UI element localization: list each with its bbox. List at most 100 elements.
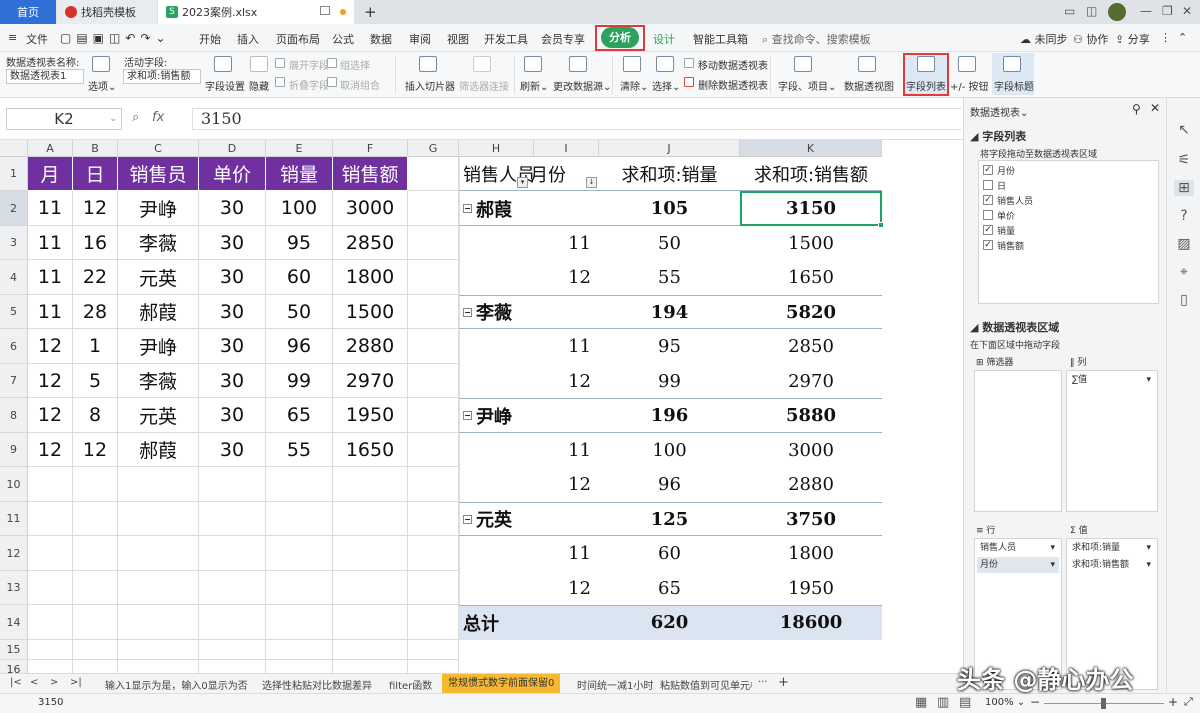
empty-cell[interactable] — [408, 605, 459, 640]
source-data-cell[interactable]: 元英 — [118, 260, 199, 295]
quick-access-icons[interactable]: ▢▤▣◫↶↷⌄ — [60, 31, 171, 45]
empty-cell[interactable] — [199, 640, 266, 660]
pivot-total-label[interactable]: 总计 — [463, 605, 543, 640]
row-header-15[interactable]: 15 — [0, 640, 28, 660]
clear-icon[interactable] — [623, 56, 641, 72]
column-field-values[interactable]: ∑值 ▾ — [1069, 372, 1155, 388]
pivot-item-amount[interactable]: 1650 — [740, 260, 882, 295]
column-header-I[interactable]: I — [534, 140, 599, 157]
sheet-tab[interactable]: 选择性粘贴对比数据差异 — [262, 677, 372, 692]
book-icon[interactable]: ▯ — [1174, 292, 1194, 308]
row-field-person[interactable]: 销售人员 ▾ — [977, 540, 1059, 556]
source-data-cell[interactable]: 8 — [73, 398, 118, 433]
source-data-cell[interactable]: 李薇 — [118, 364, 199, 398]
row-header-8[interactable]: 8 — [0, 398, 28, 433]
empty-cell[interactable] — [266, 605, 333, 640]
source-data-cell[interactable]: 12 — [28, 433, 73, 467]
row-header-1[interactable]: 1 — [0, 157, 28, 191]
window-icon[interactable]: ◫ — [1086, 4, 1097, 18]
image-icon[interactable]: ▨ — [1174, 236, 1194, 252]
minimize-icon[interactable]: — — [1140, 4, 1152, 18]
column-header-E[interactable]: E — [266, 140, 333, 157]
source-data-cell[interactable]: 12 — [28, 329, 73, 364]
zoom-out-icon[interactable]: − — [1030, 695, 1040, 709]
column-header-J[interactable]: J — [599, 140, 740, 157]
fullscreen-icon[interactable]: ⤢ — [1184, 695, 1193, 709]
pivot-header-qty[interactable]: 求和项:销量 — [599, 157, 740, 191]
source-data-cell[interactable]: 11 — [28, 226, 73, 260]
pivot-item-amount[interactable]: 1950 — [740, 571, 882, 605]
layout-icon[interactable]: ▭ — [1064, 4, 1075, 18]
source-data-cell[interactable]: 30 — [199, 433, 266, 467]
source-data-cell[interactable]: 96 — [266, 329, 333, 364]
pivot-group-amount[interactable]: 5880 — [740, 398, 882, 433]
source-header-cell[interactable]: 销售员 — [118, 157, 199, 191]
source-data-cell[interactable]: 30 — [199, 364, 266, 398]
collapse-group-icon[interactable]: − — [463, 514, 472, 524]
source-data-cell[interactable]: 11 — [28, 260, 73, 295]
panel-close-icon[interactable]: ✕ — [1150, 101, 1160, 115]
source-data-cell[interactable]: 65 — [266, 398, 333, 433]
pivot-item-qty[interactable]: 50 — [599, 226, 740, 260]
menu-page-layout[interactable]: 页面布局 — [276, 31, 320, 47]
menu-icon[interactable]: ≡ — [8, 31, 17, 44]
pivot-group-qty[interactable]: 196 — [599, 398, 740, 433]
field-name[interactable]: 销售人员 — [997, 194, 1033, 207]
empty-cell[interactable] — [266, 571, 333, 605]
pivot-item-qty[interactable]: 99 — [599, 364, 740, 398]
pivot-group-qty[interactable]: 194 — [599, 295, 740, 329]
options-button[interactable]: 选项⌄ — [88, 78, 116, 93]
pivot-total-qty[interactable]: 620 — [599, 605, 740, 640]
empty-cell[interactable] — [408, 295, 459, 329]
more-icon[interactable]: ⋮ — [1160, 31, 1171, 44]
source-header-cell[interactable]: 单价 — [199, 157, 266, 191]
pivot-item-qty[interactable]: 60 — [599, 536, 740, 571]
source-data-cell[interactable]: 1650 — [333, 433, 408, 467]
source-data-cell[interactable]: 12 — [28, 398, 73, 433]
zoom-formula-icon[interactable]: ⌕ — [132, 110, 139, 125]
row-header-9[interactable]: 9 — [0, 433, 28, 467]
empty-cell[interactable] — [118, 640, 199, 660]
change-source-icon[interactable] — [569, 56, 587, 72]
empty-cell[interactable] — [73, 502, 118, 536]
filter-area-box[interactable] — [974, 370, 1062, 512]
source-data-cell[interactable]: 1950 — [333, 398, 408, 433]
pivot-group-label[interactable]: − 李薇 — [463, 295, 583, 329]
pivot-group-qty[interactable]: 105 — [599, 191, 740, 226]
empty-cell[interactable] — [199, 605, 266, 640]
menu-design[interactable]: 设计 — [653, 31, 675, 47]
pivot-group-label[interactable]: − 元英 — [463, 502, 583, 536]
pivot-chart-icon[interactable] — [858, 56, 876, 72]
pin-icon[interactable]: ⚲ — [1132, 102, 1141, 116]
pivot-chart-button[interactable]: 数据透视图 — [844, 78, 894, 93]
empty-cell[interactable] — [408, 226, 459, 260]
empty-cell[interactable] — [118, 660, 199, 673]
avatar[interactable] — [1108, 3, 1126, 21]
empty-cell[interactable] — [73, 605, 118, 640]
pivot-item-month[interactable]: 12 — [534, 571, 591, 605]
collapse-field-button[interactable]: 折叠字段 — [289, 77, 329, 92]
first-sheet-icon[interactable]: |< — [10, 677, 22, 688]
source-data-cell[interactable]: 郝葭 — [118, 295, 199, 329]
empty-cell[interactable] — [408, 191, 459, 226]
source-data-cell[interactable]: 55 — [266, 433, 333, 467]
zoom-level[interactable]: 100% ⌄ — [985, 697, 1025, 708]
empty-cell[interactable] — [73, 467, 118, 502]
add-sheet-button[interactable]: + — [778, 675, 789, 690]
empty-cell[interactable] — [73, 640, 118, 660]
fill-handle[interactable] — [878, 222, 884, 228]
empty-cell[interactable] — [408, 536, 459, 571]
empty-cell[interactable] — [28, 605, 73, 640]
pivot-item-qty[interactable]: 55 — [599, 260, 740, 295]
field-checkbox[interactable] — [983, 180, 993, 190]
empty-cell[interactable] — [266, 536, 333, 571]
source-data-cell[interactable]: 12 — [73, 191, 118, 226]
active-field-input[interactable]: 求和项:销售额 — [123, 69, 201, 84]
zoom-slider-handle[interactable] — [1101, 698, 1106, 709]
field-name[interactable]: 单价 — [997, 209, 1015, 222]
tab-screen-icon[interactable] — [320, 6, 330, 15]
source-data-cell[interactable]: 30 — [199, 191, 266, 226]
field-name[interactable]: 月份 — [997, 164, 1015, 177]
row-header-13[interactable]: 13 — [0, 571, 28, 605]
source-data-cell[interactable]: 50 — [266, 295, 333, 329]
